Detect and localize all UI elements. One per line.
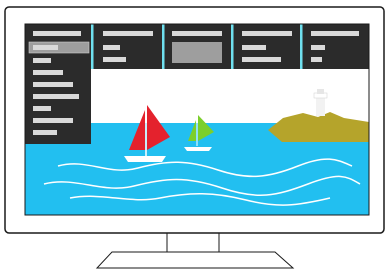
menu-header-3[interactable]	[172, 31, 222, 36]
menu-separator-2	[162, 24, 165, 69]
menu-column-1[interactable]	[33, 31, 81, 36]
menu-header-4[interactable]	[242, 31, 292, 36]
monitor-neck	[166, 232, 220, 254]
menu-item[interactable]	[103, 57, 126, 62]
menu-item-selected[interactable]	[172, 42, 222, 63]
dropdown-item[interactable]	[33, 70, 63, 75]
dropdown-item[interactable]	[33, 94, 79, 99]
screen	[24, 23, 370, 216]
menu-separator-3	[231, 24, 234, 69]
menu-header-5[interactable]	[311, 31, 359, 36]
monitor-stand	[95, 232, 295, 269]
menu-column-3[interactable]	[172, 31, 222, 63]
dropdown-item[interactable]	[33, 118, 73, 123]
menu-separator-4	[300, 24, 303, 69]
menu-item[interactable]	[103, 45, 120, 50]
menu-item[interactable]	[242, 45, 266, 50]
menu-header-1[interactable]	[33, 31, 81, 36]
dropdown-menu[interactable]	[25, 38, 91, 144]
monitor-base	[95, 251, 295, 269]
menu-item[interactable]	[311, 57, 322, 62]
dropdown-item[interactable]	[33, 106, 51, 111]
menu-item[interactable]	[311, 45, 325, 50]
dropdown-item[interactable]	[33, 58, 51, 63]
monitor-illustration	[4, 6, 385, 269]
dropdown-item-label	[33, 45, 58, 50]
dropdown-item[interactable]	[33, 130, 57, 135]
dropdown-item[interactable]	[33, 82, 73, 87]
menu-header-2[interactable]	[103, 31, 153, 36]
menu-separator-1	[91, 24, 94, 69]
menu-item[interactable]	[242, 57, 281, 62]
